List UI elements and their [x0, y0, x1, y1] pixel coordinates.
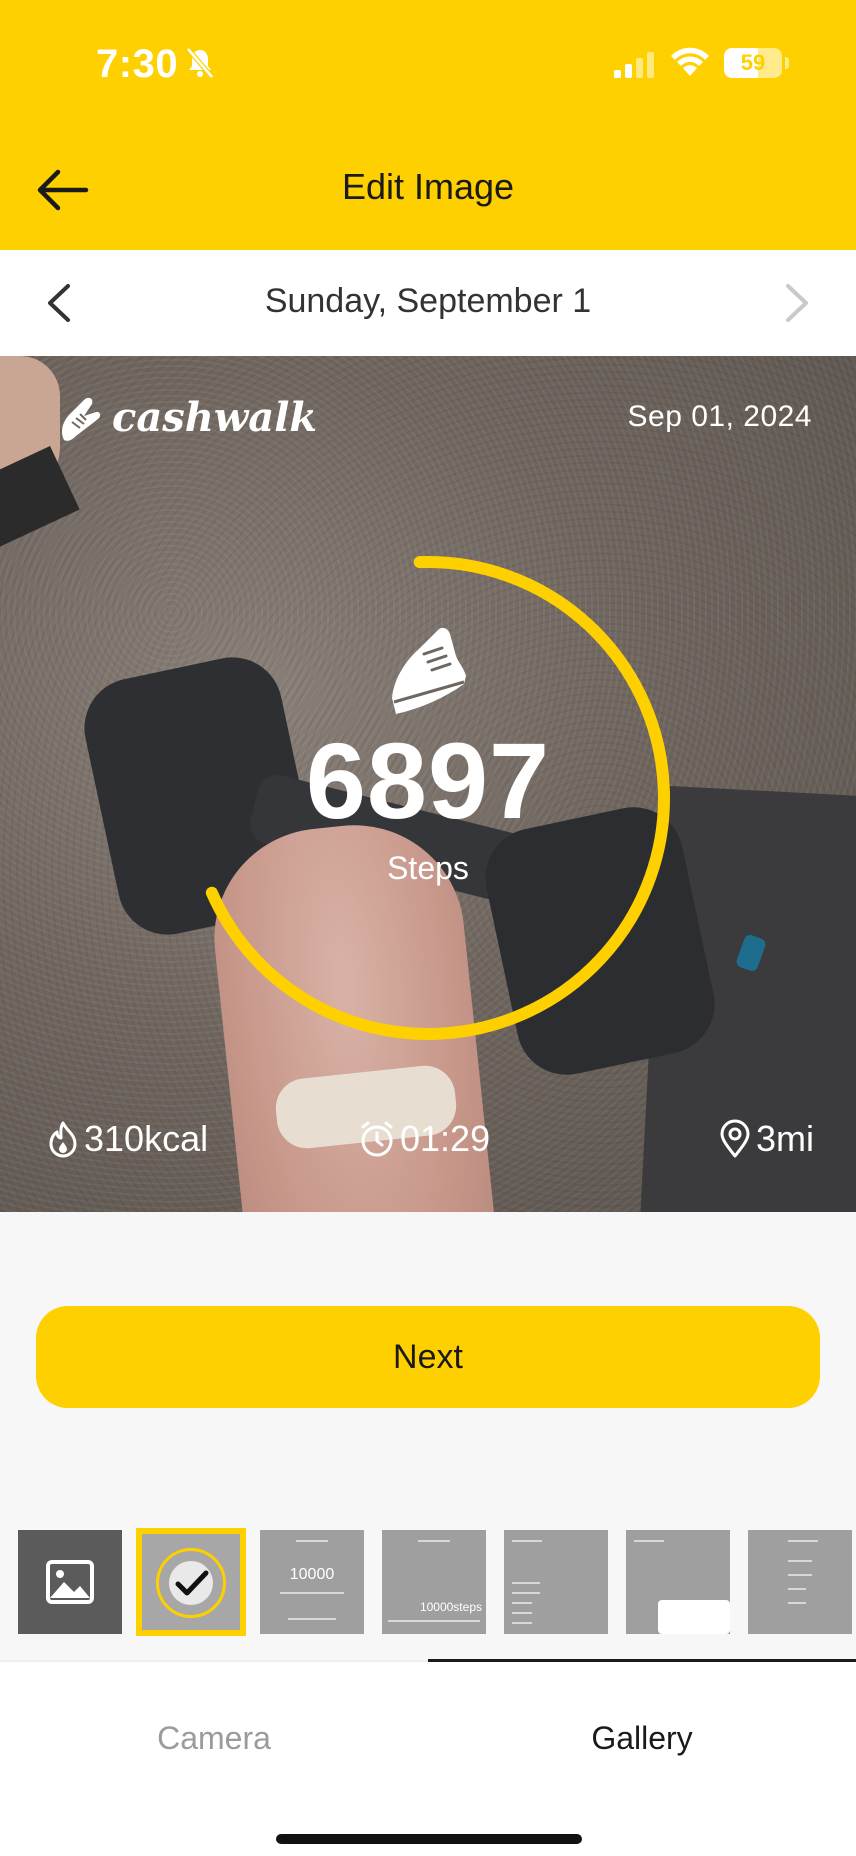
template-thumb[interactable] [626, 1530, 730, 1634]
tab-gallery[interactable]: Gallery [428, 1720, 856, 1757]
template-thumb[interactable] [748, 1530, 852, 1634]
stopwatch-icon [361, 1121, 393, 1157]
home-indicator [276, 1834, 582, 1844]
template-thumb[interactable]: 10000steps [382, 1530, 486, 1634]
template-big-number: 10000 [289, 1566, 335, 1583]
mini-line [788, 1588, 806, 1590]
mini-line [788, 1602, 806, 1604]
battery-nub [785, 57, 789, 69]
photo-preview: cashwalk Sep 01, 2024 6897 Steps 310kcal [0, 356, 856, 1212]
calories-stat: 310kcal [46, 1114, 208, 1164]
distance-value: 3mi [755, 1118, 814, 1159]
status-time: 7:30 [96, 42, 179, 86]
sneaker-icon [392, 627, 466, 714]
mini-line [788, 1560, 812, 1562]
duration-stat: 01:29 [358, 1114, 490, 1164]
mini-card [658, 1600, 730, 1634]
template-strip: 10000 10000steps [0, 1528, 856, 1636]
battery-indicator: 59 [724, 48, 782, 78]
date-navigator: Sunday, September 1 [0, 250, 856, 356]
wifi-icon [671, 47, 709, 76]
date-label: Sunday, September 1 [264, 282, 592, 320]
template-thumb-selected[interactable] [136, 1528, 246, 1636]
checkmark-icon [175, 1570, 209, 1596]
header: 7:30 59 Edit Image [0, 0, 856, 250]
mini-line [388, 1620, 480, 1622]
template-steps-text: 10000steps [419, 1600, 482, 1614]
chevron-right-icon[interactable] [782, 282, 812, 324]
page-title: Edit Image [341, 166, 515, 207]
bottom-tab-bar: Camera Gallery [0, 1659, 856, 1856]
mini-line [512, 1622, 532, 1624]
tab-camera[interactable]: Camera [0, 1720, 428, 1757]
mini-line [512, 1602, 532, 1604]
mini-line [788, 1574, 812, 1576]
mini-line [634, 1540, 664, 1542]
image-icon [46, 1560, 94, 1604]
calories-value: 310kcal [84, 1118, 209, 1159]
flame-icon [49, 1121, 77, 1158]
mini-line [512, 1582, 540, 1584]
mini-line [418, 1540, 450, 1542]
steps-label: Steps [387, 850, 469, 886]
mini-line [512, 1540, 542, 1542]
cellular-signal-icon [614, 52, 654, 78]
mini-line [512, 1612, 532, 1614]
template-thumb[interactable]: 10000 [260, 1530, 364, 1634]
template-thumb[interactable] [504, 1530, 608, 1634]
stats-overlay: cashwalk Sep 01, 2024 6897 Steps 310kcal [0, 356, 856, 1212]
mini-line [512, 1592, 540, 1594]
bell-muted-icon [186, 47, 214, 79]
next-button[interactable]: Next [36, 1306, 820, 1408]
mini-line [288, 1618, 336, 1620]
active-tab-indicator [428, 1659, 856, 1662]
mini-line [788, 1540, 818, 1542]
gallery-picker-thumb[interactable] [18, 1530, 122, 1634]
location-pin-icon [720, 1119, 750, 1158]
mini-line [280, 1592, 344, 1594]
steps-count: 6897 [305, 720, 551, 841]
battery-percent: 59 [740, 50, 766, 75]
mini-line [296, 1540, 328, 1542]
distance-stat: 3mi [718, 1114, 814, 1164]
duration-value: 01:29 [400, 1118, 491, 1159]
edit-image-screen: 7:30 59 Edit Image Sunday, September 1 c… [0, 0, 856, 1856]
